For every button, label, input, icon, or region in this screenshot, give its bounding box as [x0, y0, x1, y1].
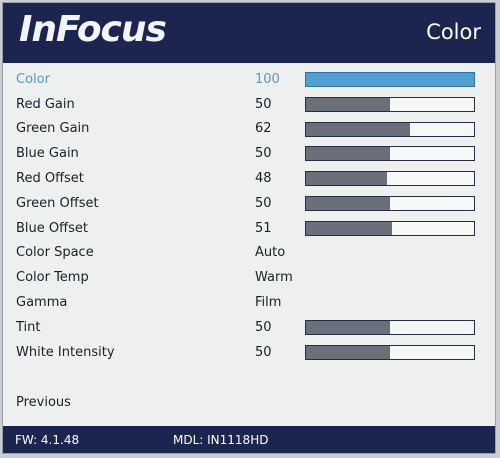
menu-item-blue-gain[interactable]: Blue Gain 50: [3, 141, 495, 166]
level-bar[interactable]: [305, 72, 475, 87]
menu-item-label: Green Offset: [16, 195, 99, 211]
menu-item-blue-offset[interactable]: Blue Offset 51: [3, 216, 495, 241]
menu-item-red-gain[interactable]: Red Gain 50: [3, 92, 495, 117]
menu-item-label: Green Gain: [16, 121, 90, 137]
model-number: MDL: IN1118HD: [173, 433, 269, 447]
page-title: Color: [426, 20, 481, 44]
menu-item-color-temp[interactable]: Color Temp Warm: [3, 265, 495, 290]
firmware-version: FW: 4.1.48: [15, 433, 80, 447]
level-bar[interactable]: [305, 146, 475, 162]
menu-item-color-space[interactable]: Color Space Auto: [3, 241, 495, 266]
footer-bar: FW: 4.1.48 MDL: IN1118HD: [3, 426, 495, 453]
menu-item-label: Blue Offset: [16, 220, 88, 236]
menu-item-red-offset[interactable]: Red Offset 48: [3, 166, 495, 191]
level-bar[interactable]: [305, 319, 475, 335]
menu-item-value: 48: [255, 171, 272, 187]
previous-menu-item[interactable]: Previous: [16, 395, 71, 410]
menu-item-value: Auto: [255, 245, 286, 261]
menu-item-value: 50: [255, 96, 272, 112]
level-bar[interactable]: [305, 96, 475, 112]
menu-item-value: 51: [255, 220, 272, 236]
menu-item-value: Warm: [255, 270, 293, 286]
level-bar[interactable]: [305, 171, 475, 187]
menu-item-value: 62: [255, 121, 272, 137]
menu-item-label: Tint: [16, 319, 41, 335]
menu-item-green-gain[interactable]: Green Gain 62: [3, 117, 495, 142]
menu-item-tint[interactable]: Tint 50: [3, 315, 495, 340]
menu-item-label: White Intensity: [16, 344, 115, 360]
infocus-logo: InFocus: [19, 9, 167, 50]
menu-item-label: Color Temp: [16, 270, 89, 286]
header-bar: InFocus Color: [3, 3, 495, 63]
settings-menu: Color 100 Red Gain 50 Green Gain 62 Blue…: [3, 67, 495, 365]
menu-item-white-intensity[interactable]: White Intensity 50: [3, 340, 495, 365]
menu-item-green-offset[interactable]: Green Offset 50: [3, 191, 495, 216]
menu-item-value: 50: [255, 146, 272, 162]
menu-item-label: Red Gain: [16, 96, 75, 112]
menu-item-gamma[interactable]: Gamma Film: [3, 290, 495, 315]
menu-item-value: 100: [255, 71, 280, 87]
menu-item-label: Blue Gain: [16, 146, 79, 162]
osd-menu: InFocus Color Color 100 Red Gain 50 Gree…: [2, 2, 496, 454]
level-bar[interactable]: [305, 195, 475, 211]
menu-item-value: 50: [255, 319, 272, 335]
menu-item-value: Film: [255, 295, 282, 311]
menu-item-label: Color: [16, 71, 50, 87]
menu-item-label: Color Space: [16, 245, 94, 261]
menu-item-label: Red Offset: [16, 171, 84, 187]
menu-item-value: 50: [255, 195, 272, 211]
menu-item-color[interactable]: Color 100: [3, 67, 495, 92]
menu-item-label: Gamma: [16, 295, 68, 311]
level-bar[interactable]: [305, 344, 475, 360]
level-bar[interactable]: [305, 220, 475, 236]
level-bar[interactable]: [305, 121, 475, 137]
menu-item-value: 50: [255, 344, 272, 360]
